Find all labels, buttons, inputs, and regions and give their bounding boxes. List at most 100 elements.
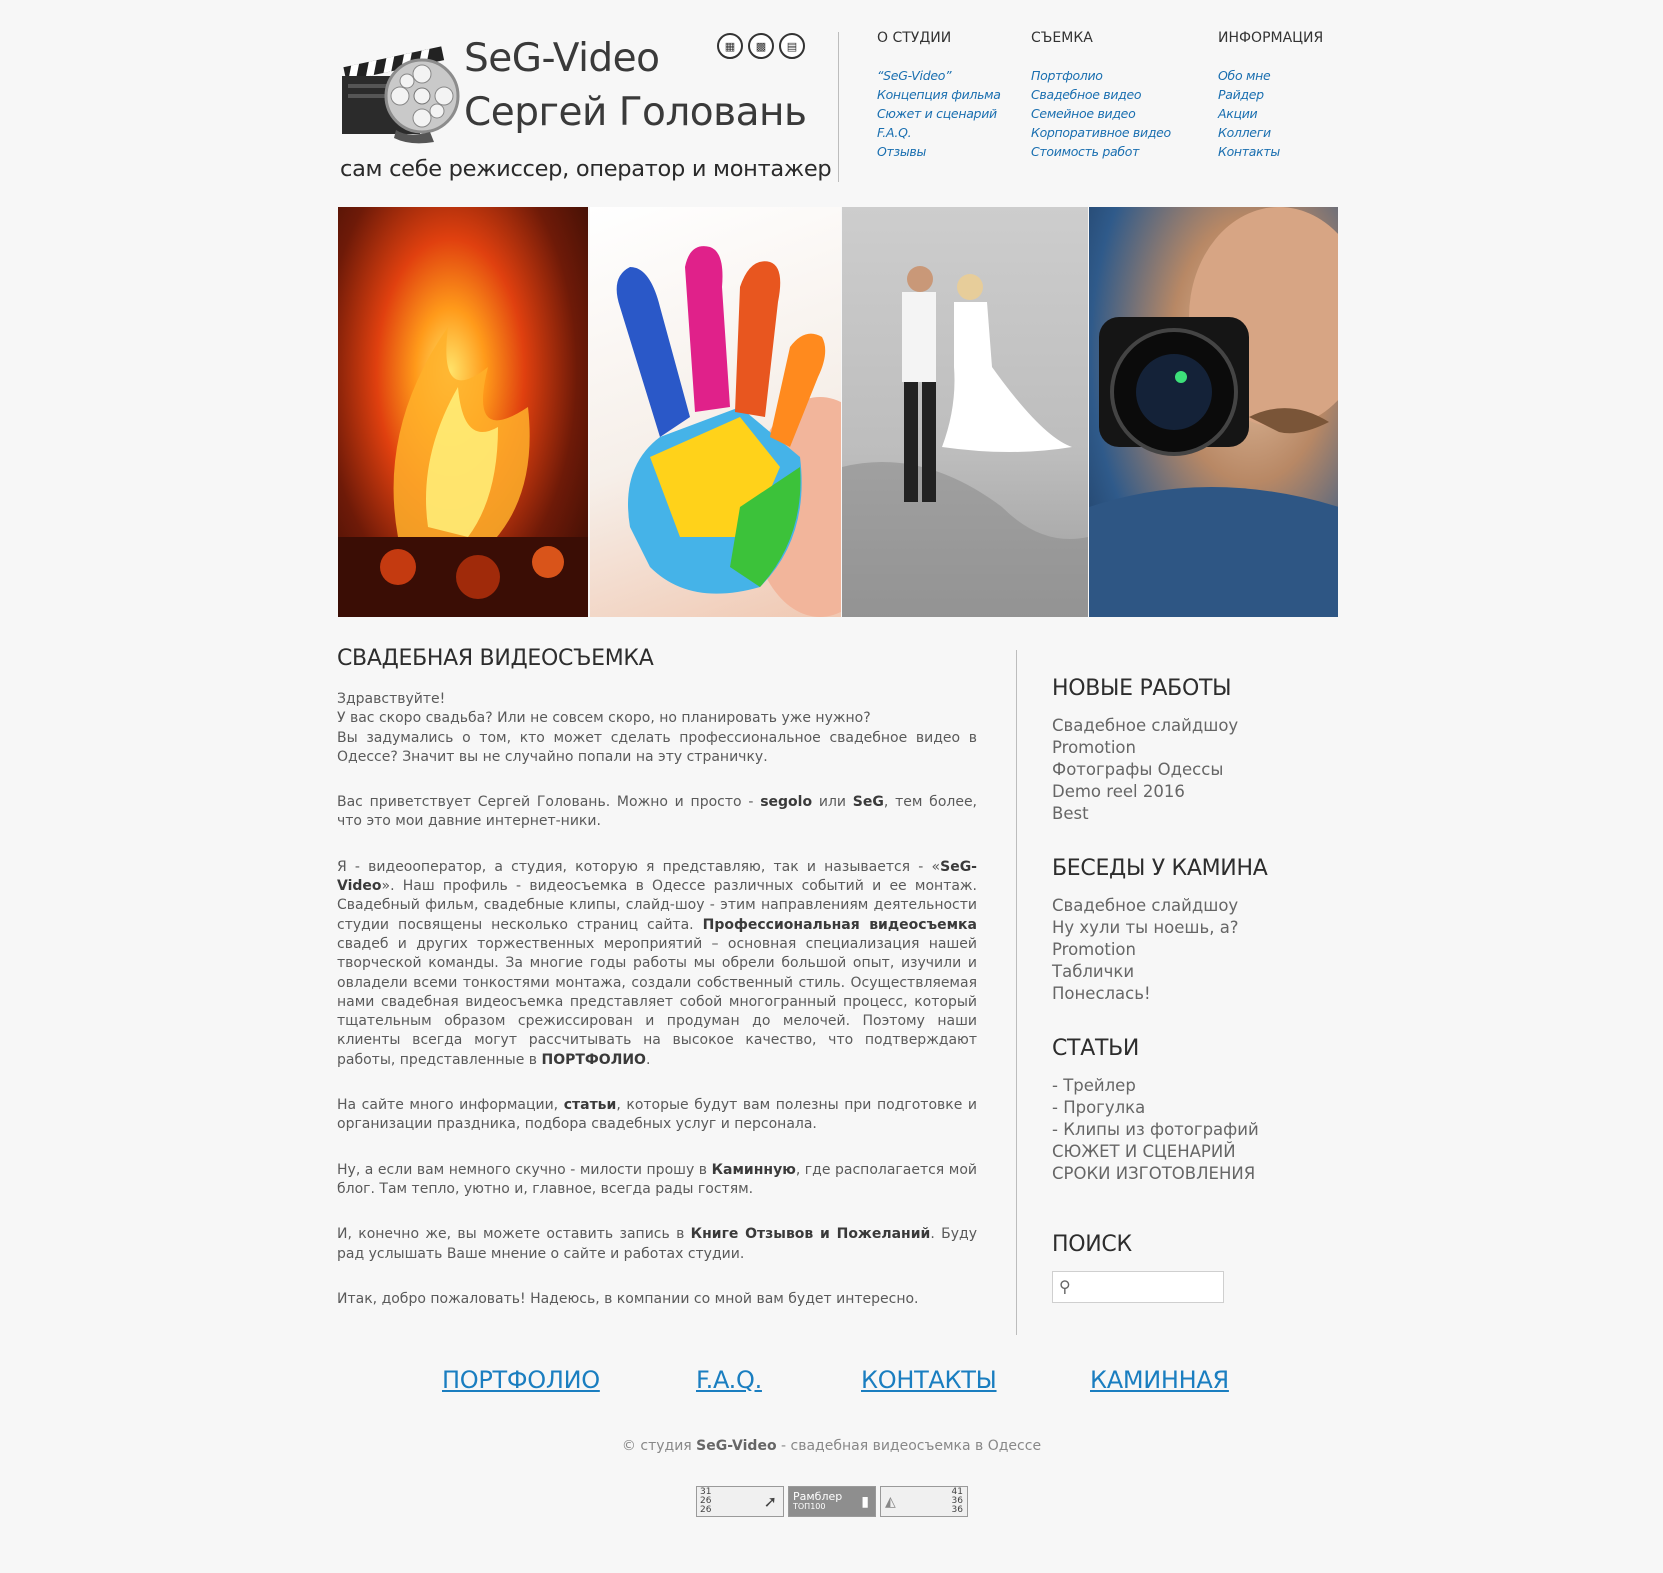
portfolio-link[interactable]: ПОРТФОЛИО <box>541 1052 645 1068</box>
banner-wedding-couple-image <box>842 207 1088 617</box>
brand-person-name: Сергей Головань <box>464 90 807 135</box>
social-icon-2[interactable]: ▩ <box>748 33 774 59</box>
sidebar-link[interactable]: - Клипы из фотографий <box>1052 1119 1282 1141</box>
footer-link-portfolio[interactable]: ПОРТФОЛИО <box>442 1366 600 1394</box>
paragraph: Ну, а если вам немного скучно - милости … <box>337 1161 977 1200</box>
social-icons: ▦ ▩ ▤ <box>717 33 805 59</box>
sidebar-heading: ПОИСК <box>1052 1232 1132 1257</box>
articles-link[interactable]: статьи <box>564 1097 617 1113</box>
nickname-segolo: segolo <box>760 794 813 811</box>
nav-link[interactable]: Свадебное видео <box>1031 85 1171 104</box>
bar-chart-icon: ▮ <box>861 1493 869 1510</box>
nav-link[interactable]: Отзывы <box>877 142 1001 161</box>
sidebar-link[interactable]: Ну хули ты ноешь, а? <box>1052 917 1282 939</box>
nav-heading: ИНФОРМАЦИЯ <box>1218 30 1324 46</box>
text: . <box>645 1051 651 1068</box>
search-input[interactable] <box>1077 1276 1217 1298</box>
social-icon-1[interactable]: ▦ <box>717 33 743 59</box>
nav-column-info: ИНФОРМАЦИЯ Обо мне Райдер Акции Коллеги … <box>1218 30 1323 161</box>
counter-value: 36 <box>951 1505 963 1515</box>
sidebar-heading: СТАТЬИ <box>1052 1036 1140 1061</box>
sidebar-link[interactable]: СЮЖЕТ И СЦЕНАРИЙ <box>1052 1141 1282 1163</box>
nav-link[interactable]: Семейное видео <box>1031 104 1171 123</box>
nav-column-studio: О СТУДИИ “SeG-Video” Концепция фильма Сю… <box>877 30 1001 161</box>
nav-link[interactable]: F.A.Q. <box>877 123 1001 142</box>
text: Вы задумались о том, кто может сделать п… <box>337 729 977 765</box>
sidebar-link[interactable]: Best <box>1052 803 1282 825</box>
page-title: СВАДЕБНАЯ ВИДЕОСЪЕМКА <box>337 646 654 671</box>
text: свадеб и других торжественных мероприяти… <box>337 935 977 1068</box>
text: Ну, а если вам немного скучно - милости … <box>337 1161 712 1178</box>
sidebar-link[interactable]: СРОКИ ИЗГОТОВЛЕНИЯ <box>1052 1163 1282 1185</box>
fireplace-link[interactable]: Каминную <box>712 1162 796 1178</box>
nav-link[interactable]: Портфолио <box>1031 66 1171 85</box>
sidebar-link[interactable]: - Трейлер <box>1052 1075 1282 1097</box>
text: Здравствуйте! <box>337 691 446 707</box>
text: И, конечно же, вы можете оставить запись… <box>337 1226 691 1243</box>
counter-value: 26 <box>700 1505 712 1515</box>
paragraph: И, конечно же, вы можете оставить запись… <box>337 1225 977 1264</box>
sidebar-link[interactable]: Фотографы Одессы <box>1052 759 1282 781</box>
paragraph: Я - видеооператор, а студия, которую я п… <box>337 858 977 1070</box>
footer-link-faq[interactable]: F.A.Q. <box>696 1366 762 1394</box>
guestbook-link[interactable]: Книге Отзывов и Пожеланий <box>691 1226 931 1242</box>
clapperboard-film-reel-icon <box>342 46 460 144</box>
sidebar-heading: НОВЫЕ РАБОТЫ <box>1052 676 1232 701</box>
text: или <box>812 794 853 811</box>
sidebar-link[interactable]: Promotion <box>1052 939 1282 961</box>
brand-name: SeG-Video <box>464 36 660 81</box>
copyright: © студия SeG-Video - свадебная видеосъем… <box>0 1438 1663 1454</box>
nickname-seg: SeG <box>852 794 884 811</box>
graph-icon: ◭ <box>885 1493 896 1510</box>
sidebar-link[interactable]: - Прогулка <box>1052 1097 1282 1119</box>
emphasis: Профессиональная видеосъемка <box>702 916 977 933</box>
nav-link[interactable]: Коллеги <box>1218 123 1323 142</box>
social-icon-3[interactable]: ▤ <box>779 33 805 59</box>
header-divider <box>838 32 839 182</box>
nav-link[interactable]: Корпоративное видео <box>1031 123 1171 142</box>
nav-link[interactable]: Обо мне <box>1218 66 1323 85</box>
paragraph: Итак, добро пожаловать! Надеюсь, в компа… <box>337 1290 919 1307</box>
nav-link[interactable]: “SeG-Video” <box>877 66 1001 85</box>
nav-link[interactable]: Стоимость работ <box>1031 142 1171 161</box>
footer-link-contacts[interactable]: КОНТАКТЫ <box>861 1366 997 1394</box>
sidebar-link[interactable]: Таблички <box>1052 961 1282 983</box>
sidebar-search: ПОИСК ⚲ <box>1052 1232 1282 1303</box>
nav-link[interactable]: Концепция фильма <box>877 85 1001 104</box>
copyright-text: © студия <box>621 1438 697 1454</box>
paragraph: Здравствуйте! У вас скоро свадьба? Или н… <box>337 690 977 767</box>
content-divider <box>1016 650 1017 1335</box>
sidebar-link[interactable]: Свадебное слайдшоу <box>1052 895 1282 917</box>
sidebar-link[interactable]: Свадебное слайдшоу <box>1052 715 1282 737</box>
copyright-brand: SeG-Video <box>696 1438 777 1454</box>
paragraph: На сайте много информации, статьи, котор… <box>337 1096 977 1135</box>
nav-column-shooting: СЪЕМКА Портфолио Свадебное видео Семейно… <box>1031 30 1171 161</box>
counters: 31 26 26 ➚ Рамблер ТОП100 ▮ ◭ 41 36 36 <box>696 1486 968 1517</box>
search-icon: ⚲ <box>1059 1277 1071 1296</box>
nav-heading: СЪЕМКА <box>1031 30 1093 46</box>
sidebar-link[interactable]: Понеслась! <box>1052 983 1282 1005</box>
footer-link-fireplace[interactable]: КАМИННАЯ <box>1090 1366 1229 1394</box>
nav-link[interactable]: Райдер <box>1218 85 1323 104</box>
banner-painted-hand-image <box>589 207 841 617</box>
article-body: Здравствуйте! У вас скоро свадьба? Или н… <box>337 690 977 1335</box>
rambler-top100-counter[interactable]: Рамблер ТОП100 ▮ <box>788 1486 876 1517</box>
search-box[interactable]: ⚲ <box>1052 1271 1224 1303</box>
arrow-icon: ➚ <box>763 1492 777 1511</box>
text: Я - видеооператор, а студия, которую я п… <box>337 858 941 875</box>
banner-fire-image <box>338 207 588 617</box>
counter-label: Рамблер <box>793 1489 843 1503</box>
text: У вас скоро свадьба? Или не совсем скоро… <box>337 710 871 727</box>
sidebar-fireplace-talks: БЕСЕДЫ У КАМИНА Свадебное слайдшоу Ну ху… <box>1052 856 1282 1005</box>
sidebar-articles: СТАТЬИ - Трейлер - Прогулка - Клипы из ф… <box>1052 1036 1282 1185</box>
text: Вас приветствует Сергей Головань. Можно … <box>337 794 761 811</box>
stats-counter[interactable]: ◭ 41 36 36 <box>880 1486 968 1517</box>
sidebar-link[interactable]: Demo reel 2016 <box>1052 781 1282 803</box>
banner <box>338 207 1338 617</box>
liveinternet-counter[interactable]: 31 26 26 ➚ <box>696 1486 784 1517</box>
nav-link[interactable]: Сюжет и сценарий <box>877 104 1001 123</box>
sidebar-link[interactable]: Promotion <box>1052 737 1282 759</box>
nav-link[interactable]: Акции <box>1218 104 1323 123</box>
nav-link[interactable]: Контакты <box>1218 142 1323 161</box>
paragraph: Вас приветствует Сергей Головань. Можно … <box>337 793 977 832</box>
